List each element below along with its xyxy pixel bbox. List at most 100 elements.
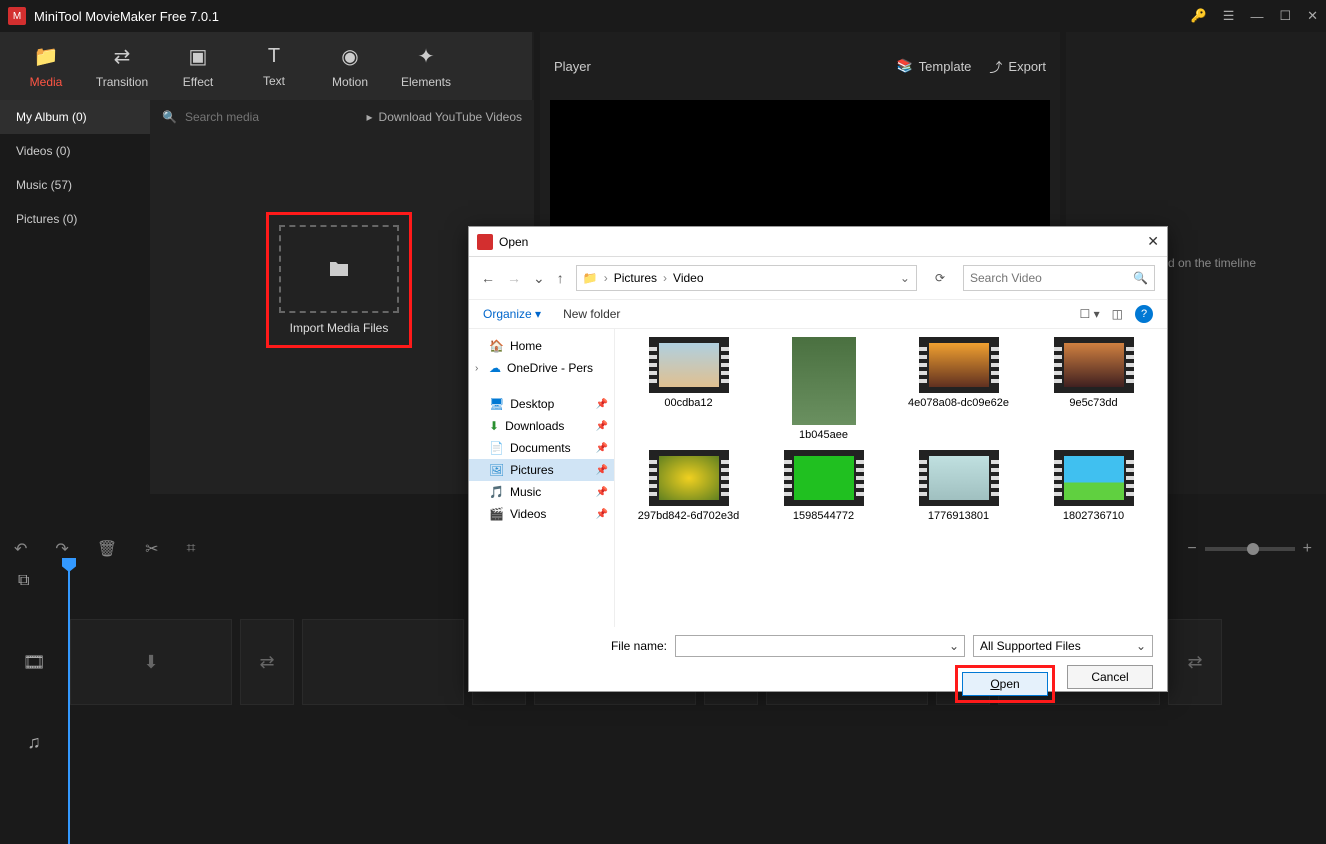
help-icon[interactable]: ? <box>1135 305 1153 323</box>
expand-icon[interactable]: › <box>475 363 478 374</box>
cut-icon[interactable]: ✂ <box>145 539 158 559</box>
file-type-filter[interactable]: All Supported Files ⌄ <box>973 635 1153 657</box>
import-media-box[interactable]: Import Media Files <box>266 212 412 348</box>
tab-elements[interactable]: ✦ Elements <box>388 32 464 100</box>
tree-downloads[interactable]: ⬇Downloads📌 <box>469 415 614 437</box>
file-item[interactable]: 1598544772 <box>758 450 889 523</box>
audio-track[interactable]: ♫ <box>0 710 1326 774</box>
dialog-logo <box>477 234 493 250</box>
nav-videos[interactable]: Videos (0) <box>0 134 150 168</box>
transition-slot[interactable]: ⇄ <box>240 619 294 705</box>
download-youtube-label: Download YouTube Videos <box>379 110 522 124</box>
player-label: Player <box>554 59 878 74</box>
tab-text[interactable]: T Text <box>236 32 312 100</box>
dialog-close-icon[interactable]: ✕ <box>1147 233 1159 250</box>
zoom-slider[interactable]: − + <box>1187 540 1312 558</box>
layers-icon[interactable]: ⧉ <box>18 572 29 590</box>
delete-icon[interactable]: 🗑 <box>97 539 117 559</box>
folder-icon <box>325 257 353 281</box>
nav-forward-icon[interactable]: → <box>507 270 521 286</box>
tab-label: Motion <box>332 75 368 89</box>
video-icon: 🎬 <box>489 507 504 521</box>
template-button[interactable]: 📚 Template <box>896 58 971 74</box>
file-item[interactable]: 1802736710 <box>1028 450 1159 523</box>
key-icon[interactable]: 🔑 <box>1191 8 1207 24</box>
redo-icon[interactable]: ↷ <box>55 539 68 559</box>
template-icon: 📚 <box>896 58 912 74</box>
tree-music[interactable]: 🎵Music📌 <box>469 481 614 503</box>
file-item[interactable]: 1776913801 <box>893 450 1024 523</box>
tab-effect[interactable]: ▣ Effect <box>160 32 236 100</box>
nav-my-album[interactable]: My Album (0) <box>0 100 150 134</box>
dialog-title: Open <box>499 235 528 249</box>
maximize-icon[interactable]: ☐ <box>1279 8 1291 24</box>
chevron-down-icon[interactable]: ⌄ <box>949 639 959 653</box>
file-item[interactable]: 4e078a08-dc09e62e <box>893 337 1024 442</box>
organize-button[interactable]: Organize ▾ <box>483 307 541 321</box>
breadcrumb-item[interactable]: Video <box>673 271 703 285</box>
preview-pane-icon[interactable]: ◫ <box>1112 307 1123 321</box>
view-mode-icon[interactable]: ☐ ▾ <box>1080 307 1100 321</box>
export-icon: ⤴ <box>989 57 1002 76</box>
filename-input[interactable] <box>675 635 965 657</box>
tree-home[interactable]: 🏠Home <box>469 335 614 357</box>
tree-pictures[interactable]: 🖼Pictures📌 <box>469 459 614 481</box>
swap-icon: ⇄ <box>259 652 274 673</box>
desktop-icon: 🖥 <box>489 397 504 411</box>
track-slot[interactable]: ⬇ <box>70 619 232 705</box>
menu-icon[interactable]: ☰ <box>1223 8 1235 24</box>
tab-transition[interactable]: ⇄ Transition <box>84 32 160 100</box>
tab-label: Effect <box>183 75 213 89</box>
nav-back-icon[interactable]: ← <box>481 270 495 286</box>
export-button[interactable]: ⤴ Export <box>989 57 1046 76</box>
undo-icon[interactable]: ↶ <box>14 539 27 559</box>
file-item[interactable]: 1b045aee <box>758 337 889 442</box>
file-item[interactable]: 00cdba12 <box>623 337 754 442</box>
music-track-icon: ♫ <box>12 732 56 753</box>
media-panel: 📁 Media ⇄ Transition ▣ Effect T Text ◉ <box>0 32 534 494</box>
zoom-in-icon[interactable]: + <box>1303 540 1312 558</box>
playhead[interactable] <box>68 564 70 844</box>
youtube-icon: ▸ <box>367 110 373 124</box>
breadcrumb-item[interactable]: Pictures <box>614 271 657 285</box>
download-youtube-button[interactable]: ▸ Download YouTube Videos <box>367 110 522 124</box>
tree-videos[interactable]: 🎬Videos📌 <box>469 503 614 525</box>
titlebar: M MiniTool MovieMaker Free 7.0.1 🔑 ☰ — ☐… <box>0 0 1326 32</box>
tree-desktop[interactable]: 🖥Desktop📌 <box>469 393 614 415</box>
swap-icon: ⇄ <box>114 44 131 69</box>
track-slot[interactable] <box>302 619 464 705</box>
tree-onedrive[interactable]: ›☁OneDrive - Pers <box>469 357 614 379</box>
nav-up-icon[interactable]: ↑ <box>557 270 564 286</box>
close-icon[interactable]: ✕ <box>1307 8 1318 24</box>
minimize-icon[interactable]: — <box>1250 9 1263 24</box>
download-slot-icon: ⬇ <box>143 652 158 673</box>
address-bar[interactable]: 📁 › Pictures › Video ⌄ <box>576 265 917 291</box>
tab-media[interactable]: 📁 Media <box>8 32 84 100</box>
crop-icon[interactable]: ⌗ <box>187 540 196 558</box>
sparkle-icon: ▣ <box>189 44 208 69</box>
refresh-icon[interactable]: ⟳ <box>935 271 945 285</box>
new-folder-button[interactable]: New folder <box>563 307 620 321</box>
tab-motion[interactable]: ◉ Motion <box>312 32 388 100</box>
nav-recent-icon[interactable]: ⌄ <box>533 270 545 287</box>
tree-documents[interactable]: 📄Documents📌 <box>469 437 614 459</box>
elements-icon: ✦ <box>418 44 435 69</box>
motion-icon: ◉ <box>341 44 358 69</box>
pin-icon: 📌 <box>596 399 608 410</box>
pin-icon: 📌 <box>596 443 608 454</box>
pin-icon: 📌 <box>596 509 608 520</box>
search-input[interactable] <box>185 110 359 124</box>
transition-slot[interactable]: ⇄ <box>1168 619 1222 705</box>
dialog-search[interactable]: 🔍 <box>963 265 1155 291</box>
chevron-down-icon[interactable]: ⌄ <box>900 271 910 285</box>
open-button[interactable]: Open <box>962 672 1048 696</box>
open-button-highlight: Open <box>955 665 1055 703</box>
file-item[interactable]: 297bd842-6d702e3d <box>623 450 754 523</box>
nav-pictures[interactable]: Pictures (0) <box>0 202 150 236</box>
file-item[interactable]: 9e5c73dd <box>1028 337 1159 442</box>
cancel-button[interactable]: Cancel <box>1067 665 1153 689</box>
app-title: MiniTool MovieMaker Free 7.0.1 <box>34 9 1191 24</box>
zoom-out-icon[interactable]: − <box>1187 540 1196 558</box>
nav-music[interactable]: Music (57) <box>0 168 150 202</box>
dialog-search-input[interactable] <box>970 271 1133 285</box>
